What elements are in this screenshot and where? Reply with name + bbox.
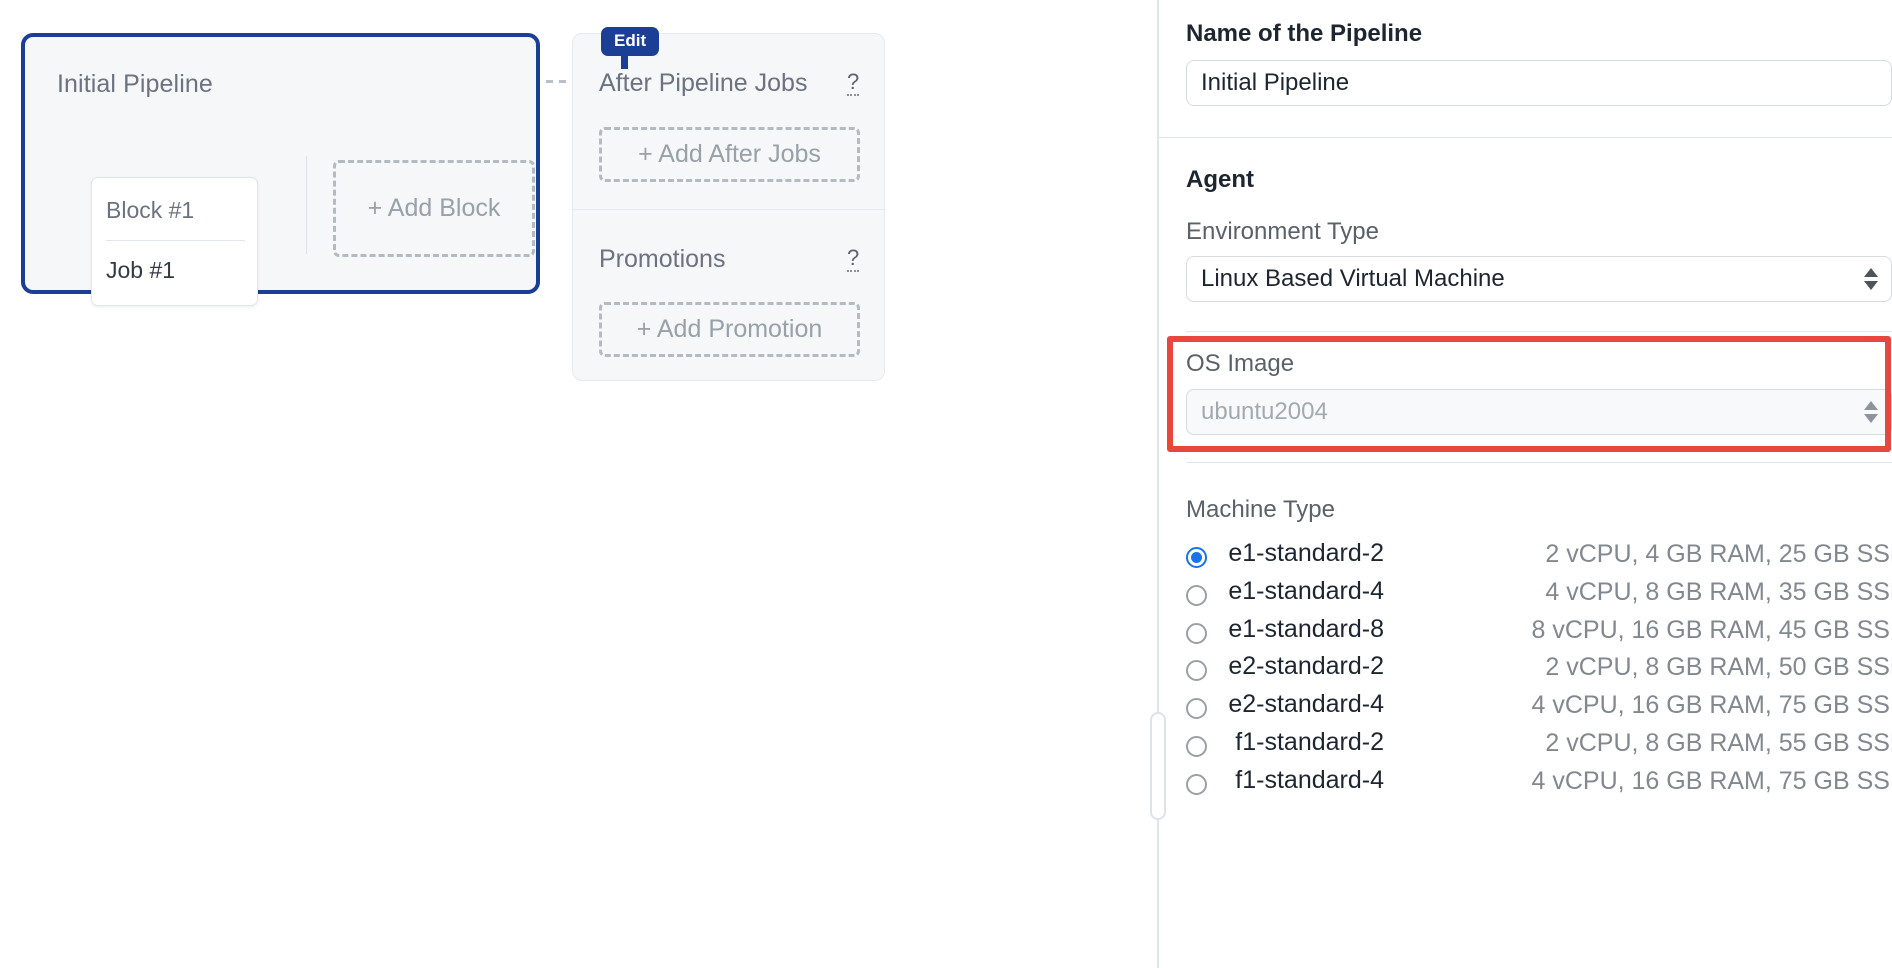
block-card-divider (106, 240, 245, 241)
block-title: Block #1 (106, 197, 195, 223)
machine-type-label: Machine Type (1186, 496, 1335, 523)
machine-type-spec: 4 vCPU, 16 GB RAM, 75 GB SSD (1531, 766, 1892, 795)
add-promotion-button[interactable]: + Add Promotion (599, 302, 860, 357)
after-pipeline-jobs-heading: After Pipeline Jobs (599, 69, 808, 97)
environment-type-label: Environment Type (1186, 218, 1379, 245)
edit-badge-stem (621, 55, 628, 69)
block-card[interactable]: Block #1 Job #1 (91, 177, 258, 306)
machine-type-spec: 4 vCPU, 8 GB RAM, 35 GB SSD (1545, 577, 1892, 606)
section-divider (1186, 462, 1892, 463)
post-pipeline-card: After Pipeline Jobs ? + Add After Jobs P… (572, 33, 886, 382)
machine-type-name: e1-standard-4 (1228, 576, 1384, 605)
section-divider (1186, 331, 1892, 332)
machine-type-name: e1-standard-8 (1228, 614, 1384, 643)
machine-type-name: e2-standard-2 (1228, 652, 1384, 681)
pipeline-editor-screen: Edit Initial Pipeline Block #1 Job #1 + … (0, 0, 1892, 968)
os-image-label: OS Image (1186, 350, 1295, 377)
pipeline-settings-panel: Name of the Pipeline Initial Pipeline Ag… (1159, 0, 1892, 968)
pipeline-canvas: Edit Initial Pipeline Block #1 Job #1 + … (0, 0, 1157, 968)
pipeline-card[interactable]: Initial Pipeline Block #1 Job #1 + Add B… (21, 33, 540, 306)
environment-type-value: Linux Based Virtual Machine (1201, 265, 1505, 292)
machine-type-option[interactable]: e1-standard-2 2 vCPU, 4 GB RAM, 25 GB SSD (1186, 539, 1892, 577)
machine-type-option[interactable]: f1-standard-2 2 vCPU, 8 GB RAM, 55 GB SSD (1186, 728, 1892, 766)
block-column-separator (306, 156, 307, 254)
os-image-value: ubuntu2004 (1201, 398, 1328, 425)
machine-type-name: e2-standard-4 (1228, 690, 1384, 719)
add-block-button[interactable]: + Add Block (333, 160, 535, 257)
machine-type-option[interactable]: e2-standard-2 2 vCPU, 8 GB RAM, 50 GB SSD (1186, 652, 1892, 690)
machine-type-spec: 2 vCPU, 8 GB RAM, 55 GB SSD (1545, 729, 1892, 757)
machine-type-spec: 2 vCPU, 8 GB RAM, 50 GB SSD (1545, 653, 1892, 682)
job-title[interactable]: Job #1 (106, 257, 175, 284)
machine-type-spec: 8 vCPU, 16 GB RAM, 45 GB SSD (1531, 615, 1892, 644)
add-after-jobs-button[interactable]: + Add After Jobs (599, 127, 860, 182)
pipeline-title: Initial Pipeline (57, 70, 213, 98)
machine-type-name: f1-standard-2 (1235, 728, 1384, 756)
help-icon[interactable]: ? (847, 246, 860, 273)
machine-type-option[interactable]: e2-standard-4 4 vCPU, 16 GB RAM, 75 GB SS… (1186, 690, 1892, 728)
after-pipeline-jobs-section: After Pipeline Jobs ? + Add After Jobs (573, 34, 886, 209)
environment-type-select[interactable]: Linux Based Virtual Machine (1186, 256, 1892, 302)
machine-type-spec: 2 vCPU, 4 GB RAM, 25 GB SSD (1545, 540, 1892, 568)
machine-type-option[interactable]: e1-standard-4 4 vCPU, 8 GB RAM, 35 GB SSD (1186, 576, 1892, 615)
agent-heading: Agent (1186, 166, 1254, 193)
pipeline-name-input[interactable]: Initial Pipeline (1186, 60, 1892, 106)
machine-type-name: e1-standard-2 (1228, 539, 1384, 567)
section-divider (1159, 137, 1892, 138)
help-icon[interactable]: ? (847, 70, 860, 97)
machine-type-name: f1-standard-4 (1235, 765, 1384, 794)
machine-type-option[interactable]: f1-standard-4 4 vCPU, 16 GB RAM, 75 GB SS… (1186, 765, 1892, 804)
panel-resize-handle[interactable] (1150, 712, 1166, 820)
machine-type-spec: 4 vCPU, 16 GB RAM, 75 GB SSD (1531, 691, 1892, 720)
chevron-updown-icon (1864, 401, 1878, 423)
promotions-heading: Promotions (599, 245, 726, 273)
panel-divider (1157, 0, 1159, 968)
machine-type-option[interactable]: e1-standard-8 8 vCPU, 16 GB RAM, 45 GB SS… (1186, 614, 1892, 653)
edit-pipeline-button[interactable]: Edit (601, 27, 660, 57)
pipeline-connector-line (546, 80, 574, 83)
chevron-updown-icon (1864, 268, 1878, 290)
os-image-select[interactable]: ubuntu2004 (1186, 389, 1892, 435)
pipeline-name-label: Name of the Pipeline (1186, 20, 1423, 47)
promotions-section: Promotions ? + Add Promotion (573, 209, 886, 382)
